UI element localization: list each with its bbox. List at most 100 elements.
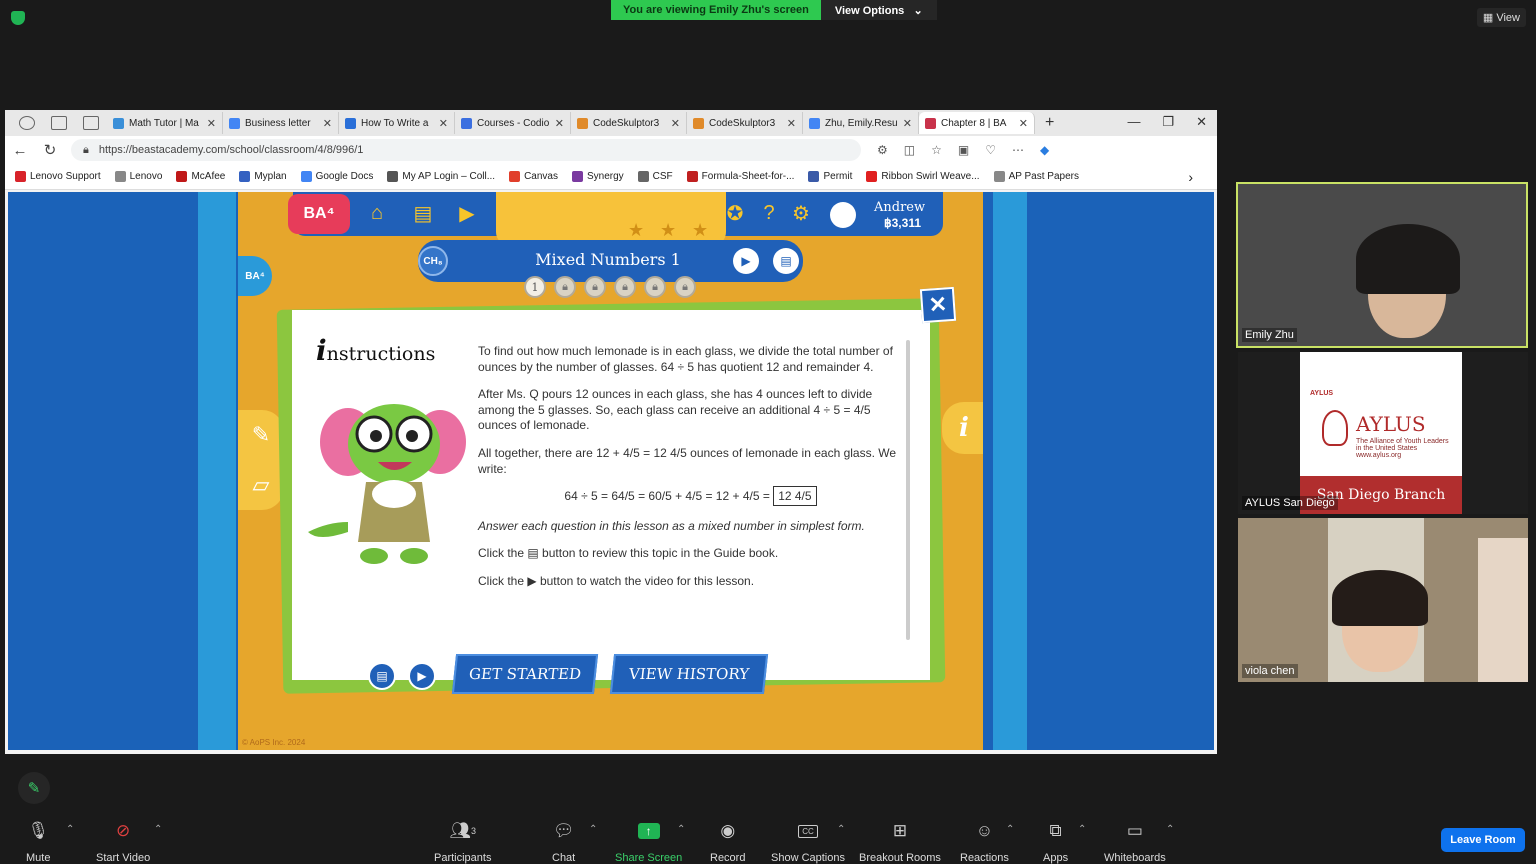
profile-icon[interactable] <box>19 116 35 130</box>
close-tab-icon[interactable]: ✕ <box>903 117 912 130</box>
close-tab-icon[interactable]: ✕ <box>207 117 216 130</box>
close-tab-icon[interactable]: ✕ <box>323 117 332 130</box>
user-avatar[interactable] <box>830 202 856 228</box>
bookmark-item[interactable]: McAfee <box>176 171 225 182</box>
play-video-button[interactable]: ▶ <box>733 248 759 274</box>
close-tab-icon[interactable]: ✕ <box>439 117 448 130</box>
chat-options-caret-icon[interactable]: ⌃ <box>589 824 597 835</box>
reactions-options-caret-icon[interactable]: ⌃ <box>1006 824 1014 835</box>
browser-tab[interactable]: CodeSkulptor3 ✕ <box>571 112 687 134</box>
apps-button[interactable]: ⧉ Apps <box>1043 820 1068 864</box>
tab-title: CodeSkulptor3 <box>709 117 776 129</box>
browser-tab[interactable]: Business letter ✕ <box>223 112 339 134</box>
get-started-button[interactable]: GET STARTED <box>451 654 599 694</box>
bookmark-item[interactable]: Canvas <box>509 171 558 182</box>
reactions-button[interactable]: ☺ Reactions <box>960 820 1009 864</box>
share-options-caret-icon[interactable]: ⌃ <box>677 824 685 835</box>
restore-icon[interactable]: ❐ <box>1162 114 1174 130</box>
award-icon[interactable]: ✪ <box>722 200 748 226</box>
annotate-pencil-icon[interactable]: ✎ <box>18 772 50 804</box>
chapter-badge[interactable]: CH₈ <box>418 246 448 276</box>
bao-logo[interactable]: BA⁴ <box>288 194 350 234</box>
browser-tab[interactable]: CodeSkulptor3 ✕ <box>687 112 803 134</box>
whiteboards-options-caret-icon[interactable]: ⌃ <box>1166 824 1174 835</box>
url-field[interactable]: 🔒︎ https://beastacademy.com/school/class… <box>71 139 861 161</box>
record-button[interactable]: ◉ Record <box>710 820 745 864</box>
performance-icon[interactable]: ♡ <box>985 143 996 157</box>
bookmark-item[interactable]: Formula-Sheet-for-... <box>686 171 794 182</box>
help-icon[interactable]: ? <box>756 200 782 226</box>
share-screen-button[interactable]: ↑ Share Screen <box>615 820 682 864</box>
guide-book-icon[interactable]: ▤ <box>410 200 436 226</box>
show-captions-button[interactable]: CC Show Captions <box>771 820 845 864</box>
browser-tab[interactable]: Chapter 8 | BA ✕ <box>919 112 1035 134</box>
video-options-caret-icon[interactable]: ⌃ <box>154 824 162 835</box>
copilot-icon[interactable]: ◆ <box>1040 143 1049 157</box>
pencil-icon[interactable]: ✎ <box>252 422 270 448</box>
more-menu-icon[interactable]: ⋯ <box>1012 143 1024 157</box>
whiteboards-button[interactable]: ▭ Whiteboards <box>1104 820 1166 864</box>
refresh-icon[interactable]: ↻ <box>35 141 65 159</box>
participants-button[interactable]: 👥︎ 3 Participants <box>434 820 491 864</box>
close-tab-icon[interactable]: ✕ <box>1019 117 1028 130</box>
breakout-rooms-button[interactable]: ⊞ Breakout Rooms <box>859 820 941 864</box>
security-shield-icon[interactable] <box>11 11 25 25</box>
participant-tile-aylus[interactable]: AYLUS AYLUS The Alliance of Youth Leader… <box>1238 352 1528 514</box>
bookmark-item[interactable]: Synergy <box>571 171 624 182</box>
bookmark-item[interactable]: AP Past Papers <box>993 171 1079 182</box>
side-bao-logo[interactable]: BA⁴ <box>238 256 272 296</box>
browser-tab[interactable]: Zhu, Emily.Resu ✕ <box>803 112 919 134</box>
view-button[interactable]: ▦ View <box>1476 8 1526 27</box>
view-options-button[interactable]: View Options ⌄ <box>820 0 937 20</box>
back-icon[interactable]: ← <box>5 142 35 159</box>
split-screen-icon[interactable]: ◫ <box>904 143 915 157</box>
bookmark-item[interactable]: Lenovo <box>114 171 162 182</box>
bookmark-item[interactable]: Ribbon Swirl Weave... <box>866 171 980 182</box>
browser-tab[interactable]: How To Write a ✕ <box>339 112 455 134</box>
bookmarks-overflow-icon[interactable]: › <box>1188 169 1193 185</box>
bookmark-item[interactable]: Google Docs <box>300 171 373 182</box>
home-icon[interactable]: ⌂ <box>364 200 390 226</box>
close-tab-icon[interactable]: ✕ <box>787 117 796 130</box>
settings-gear-icon[interactable]: ⚙ <box>788 200 814 226</box>
favorites-icon[interactable]: ☆ <box>931 143 942 157</box>
audio-options-caret-icon[interactable]: ⌃ <box>66 824 74 835</box>
browser-tab[interactable]: Courses - Codio ✕ <box>455 112 571 134</box>
tab-favicon-icon <box>113 117 124 129</box>
close-tab-icon[interactable]: ✕ <box>555 117 564 130</box>
participant-tile-viola[interactable]: viola chen <box>1238 518 1528 682</box>
new-tab-icon[interactable]: + <box>1045 114 1054 132</box>
close-instructions-button[interactable]: ✕ <box>919 286 957 324</box>
extensions-icon[interactable]: ⚙ <box>877 143 888 157</box>
tab-actions-icon[interactable] <box>83 116 99 130</box>
close-tab-icon[interactable]: ✕ <box>671 117 680 130</box>
close-window-icon[interactable]: ✕ <box>1196 114 1207 130</box>
user-name[interactable]: Andrew <box>874 200 925 215</box>
play-video-small-button[interactable]: ▶ <box>408 662 436 690</box>
bookmark-item[interactable]: Permit <box>808 171 852 182</box>
aylus-title: AYLUS <box>1356 412 1426 436</box>
captions-options-caret-icon[interactable]: ⌃ <box>837 824 845 835</box>
video-camera-icon[interactable]: ▶ <box>454 200 480 226</box>
leave-room-button[interactable]: Leave Room <box>1441 828 1525 852</box>
guide-book-small-button[interactable]: ▤ <box>368 662 396 690</box>
mute-button[interactable]: 🎙︎ Mute <box>26 820 50 864</box>
collections-icon[interactable]: ▣ <box>958 143 969 157</box>
bookmark-item[interactable]: My AP Login – Coll... <box>387 171 495 182</box>
info-tab[interactable]: i <box>942 402 983 454</box>
bookmark-item[interactable]: Lenovo Support <box>15 171 101 182</box>
start-video-button[interactable]: ⊘ Start Video <box>96 820 150 864</box>
guide-book-button[interactable]: ▤ <box>773 248 799 274</box>
participant-tile-emily[interactable]: Emily Zhu <box>1236 182 1528 348</box>
progress-dot-current[interactable]: 1 <box>524 276 546 298</box>
apps-options-caret-icon[interactable]: ⌃ <box>1078 824 1086 835</box>
bookmark-item[interactable]: CSF <box>637 171 673 182</box>
browser-tab[interactable]: Math Tutor | Ma ✕ <box>107 112 223 134</box>
eraser-icon[interactable]: ▱ <box>253 472 270 498</box>
instructions-scrollbar[interactable] <box>906 340 910 640</box>
chat-button[interactable]: 💬︎ Chat <box>552 820 575 864</box>
bookmark-item[interactable]: Myplan <box>239 171 287 182</box>
minimize-icon[interactable]: — <box>1127 114 1140 130</box>
view-history-button[interactable]: VIEW HISTORY <box>609 654 769 694</box>
workspaces-icon[interactable] <box>51 116 67 130</box>
